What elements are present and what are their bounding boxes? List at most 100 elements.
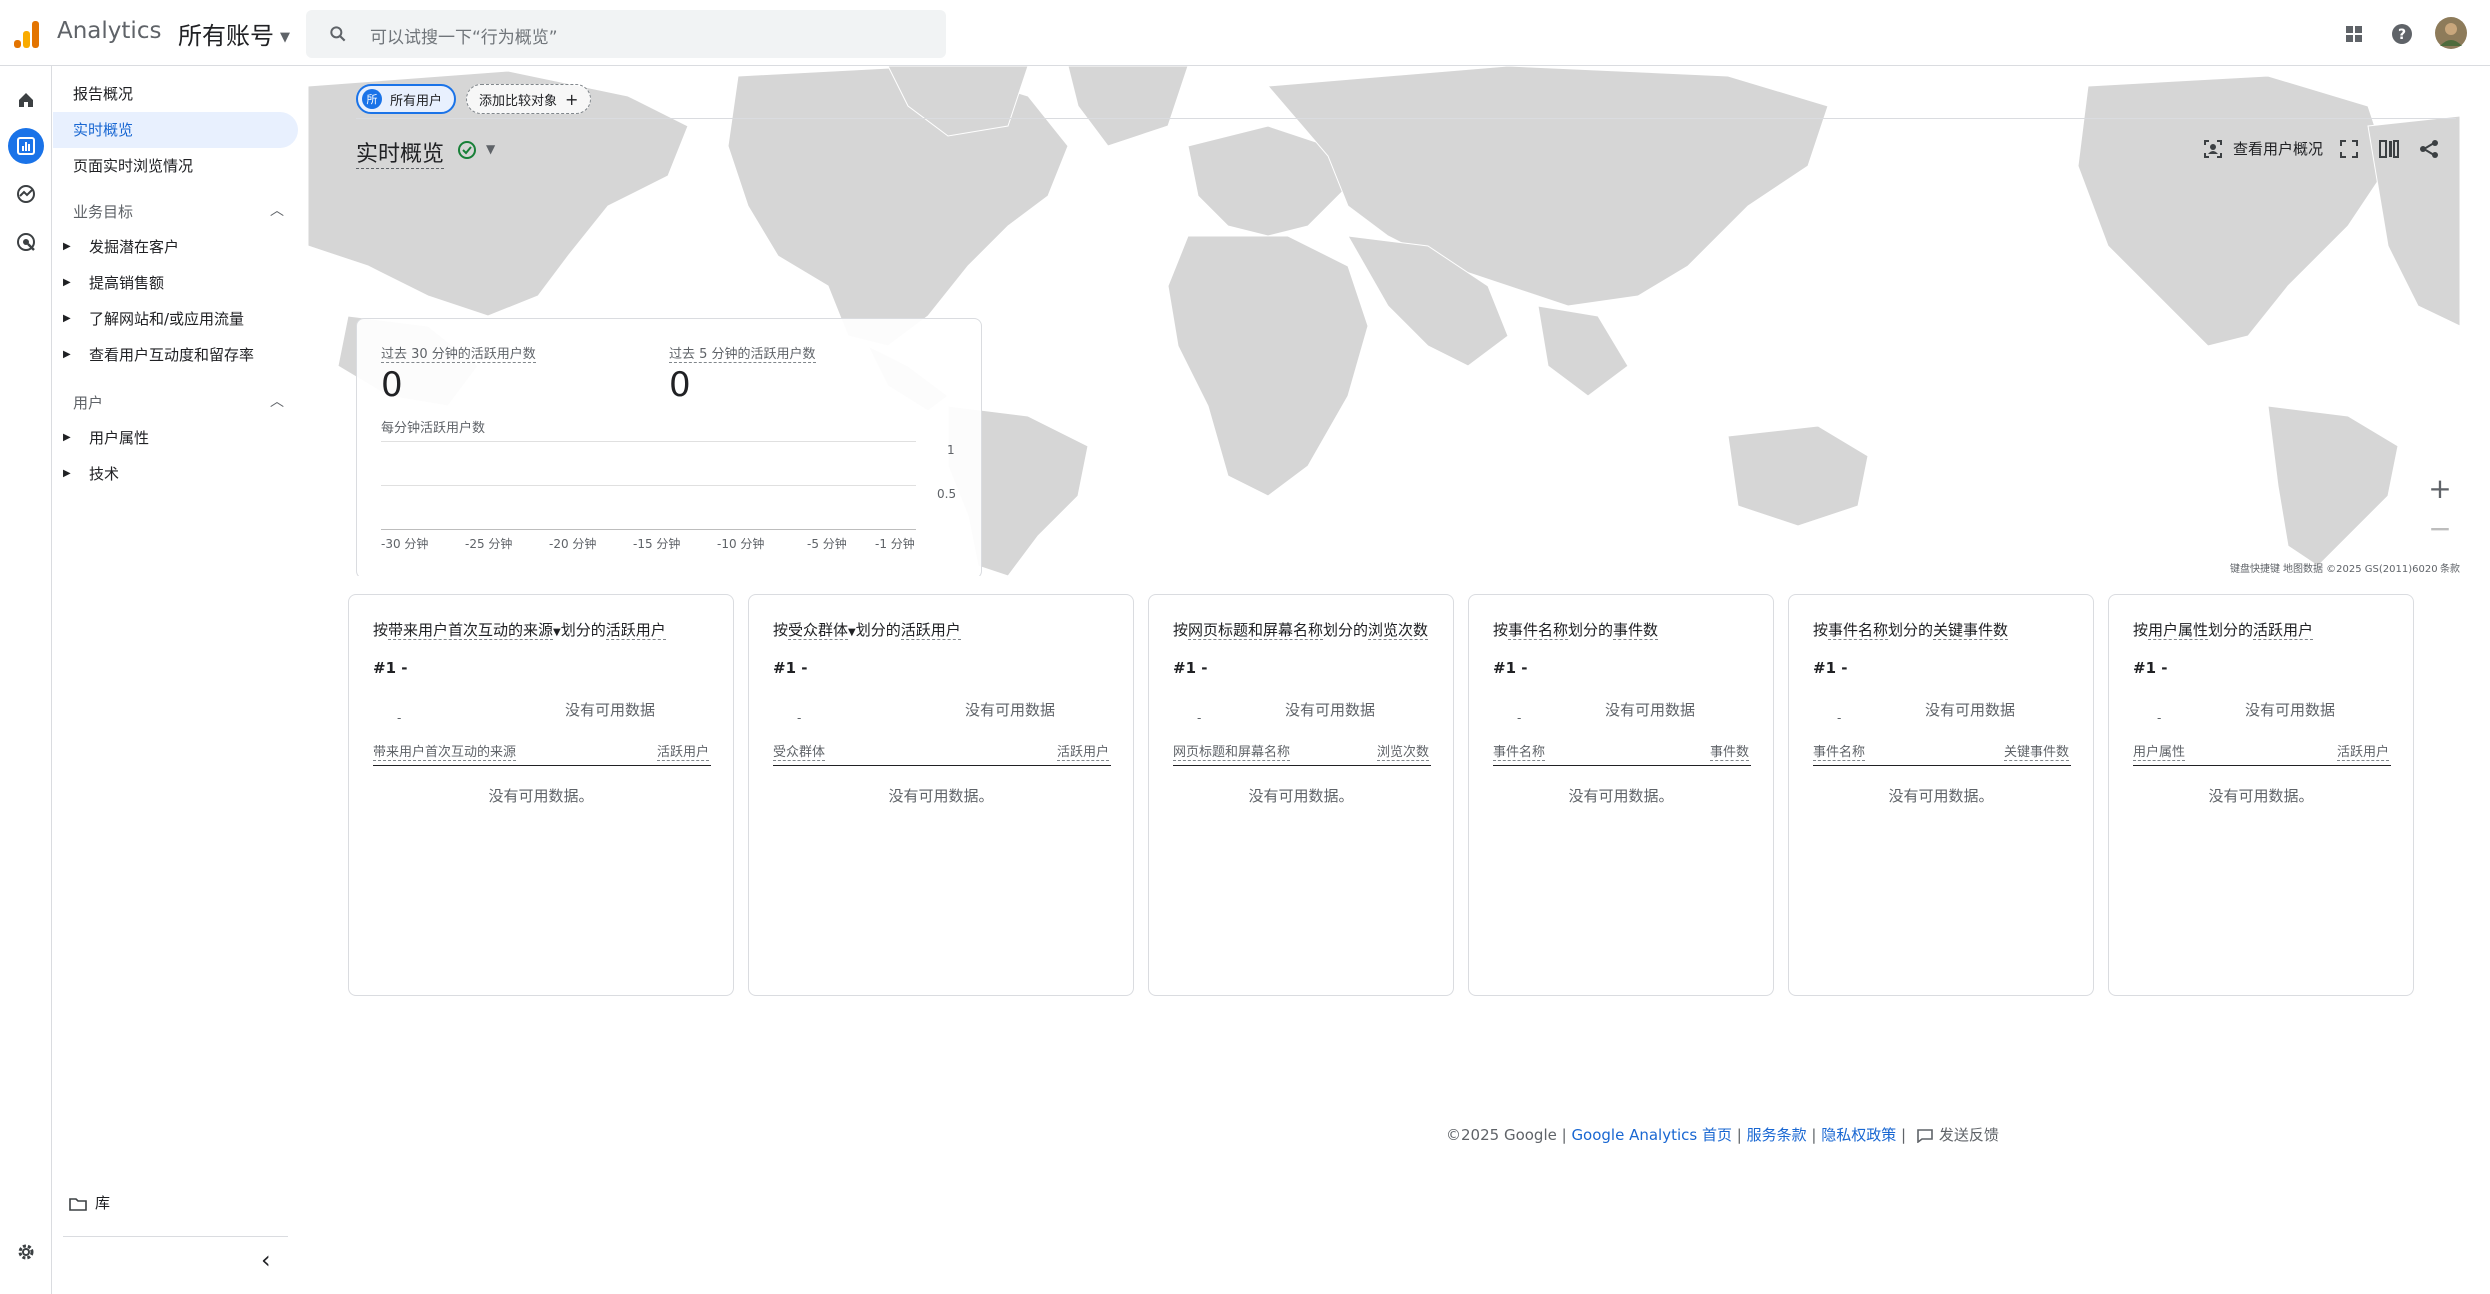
check-circle-icon[interactable] <box>457 140 477 160</box>
card-col-header-dimension[interactable]: 用户属性 <box>2133 741 2186 761</box>
account-label: 所有账号 <box>178 22 274 50</box>
card-dimension-picker[interactable]: 带来用户首次互动的来源 <box>388 621 554 640</box>
chip-all-users[interactable]: 所 所有用户 <box>356 84 457 114</box>
card-col-header-dimension[interactable]: 网页标题和屏幕名称 <box>1173 741 1291 761</box>
card-title-pre: 按 <box>773 621 789 639</box>
divider <box>63 1236 288 1237</box>
zoom-out-button[interactable]: − <box>2420 508 2460 548</box>
card-col-header-metric[interactable]: 事件数 <box>1709 741 1749 761</box>
sidebar-item-sales[interactable]: ▶ 提高销售额 <box>53 268 298 298</box>
search-bar[interactable]: 可以试搜一下“行为概览” <box>306 10 946 58</box>
card-col-header-metric[interactable]: 活跃用户 <box>1056 741 1109 761</box>
sidebar-item-leads[interactable]: ▶ 发掘潜在客户 <box>53 232 298 262</box>
card-dimension-picker[interactable]: 事件名称 <box>1828 621 1889 640</box>
section-business-objectives[interactable]: 业务目标 <box>73 201 133 222</box>
card-title: 按网页标题和屏幕名称划分的浏览次数 <box>1173 619 1429 640</box>
gridline <box>381 441 916 442</box>
footer-copyright: ©2025 Google | <box>1446 1126 1572 1144</box>
main-content: 所 所有用户 添加比较对象 + 实时概览 ▼ 查看用户概况 过去 30 分钟的活… <box>300 66 2490 1294</box>
sidebar-item-label: 提高销售额 <box>89 274 165 292</box>
chip-avatar: 所 <box>362 89 382 109</box>
settings-icon[interactable] <box>8 1234 44 1270</box>
compare-icon[interactable] <box>2378 138 2400 160</box>
card-col-header-dimension[interactable]: 受众群体 <box>773 741 826 761</box>
explore-icon[interactable] <box>8 176 44 212</box>
account-picker[interactable]: 所有账号 ▼ <box>178 16 290 51</box>
report-card: 按网页标题和屏幕名称划分的浏览次数 #1 - - 没有可用数据 网页标题和屏幕名称 浏览次… <box>1148 594 1454 996</box>
footer-ga-home-link[interactable]: Google Analytics 首页 <box>1571 1126 1732 1144</box>
footer: ©2025 Google | Google Analytics 首页 | 服务条… <box>1446 1124 1999 1145</box>
zoom-in-button[interactable]: + <box>2420 468 2460 508</box>
card-col-header-dimension[interactable]: 事件名称 <box>1813 741 1866 761</box>
card-col-header-metric[interactable]: 活跃用户 <box>656 741 709 761</box>
card-rank: #1 - <box>1493 659 1528 677</box>
card-metric-label[interactable]: 活跃用户 <box>2253 621 2314 640</box>
comparison-chips: 所 所有用户 添加比较对象 + <box>356 84 592 114</box>
map-terms-link[interactable]: 条款 <box>2440 560 2460 575</box>
x-tick: -30 分钟 <box>381 537 429 551</box>
footer-privacy-link[interactable]: 隐私权政策 <box>1821 1126 1896 1144</box>
card-rank-dash: - <box>1197 711 1202 725</box>
card-dimension-picker[interactable]: 受众群体 <box>788 621 849 640</box>
reports-icon[interactable] <box>8 128 44 164</box>
chevron-down-icon[interactable]: ▼ <box>486 142 495 156</box>
keyboard-shortcuts-link[interactable]: 键盘快捷键 <box>2230 560 2280 575</box>
gridline <box>381 485 916 486</box>
card-col-divider <box>1173 765 1431 766</box>
active-users-30min-label[interactable]: 过去 30 分钟的活跃用户数 <box>381 343 536 363</box>
card-rank-dash: - <box>797 711 802 725</box>
sidebar-item-label: 技术 <box>89 465 120 483</box>
card-metric-label[interactable]: 关键事件数 <box>1933 621 2009 640</box>
card-rank: #1 - <box>1813 659 1848 677</box>
card-col-header-dimension[interactable]: 带来用户首次互动的来源 <box>373 741 517 761</box>
sidebar-item-traffic[interactable]: ▶ 了解网站和/或应用流量 <box>53 304 298 334</box>
card-metric-label[interactable]: 活跃用户 <box>605 621 666 640</box>
analytics-logo[interactable] <box>12 20 40 48</box>
sidebar-item-label: 了解网站和/或应用流量 <box>89 310 245 328</box>
home-icon[interactable] <box>8 82 44 118</box>
card-no-data: 没有可用数据 <box>2245 701 2336 719</box>
footer-terms-link[interactable]: 服务条款 <box>1747 1126 1807 1144</box>
world-map[interactable]: 所 所有用户 添加比较对象 + 实时概览 ▼ 查看用户概况 过去 30 分钟的活… <box>308 66 2460 576</box>
card-metric-label[interactable]: 浏览次数 <box>1368 621 1429 640</box>
apps-icon[interactable] <box>2340 20 2368 48</box>
sidebar-item-realtime-pages[interactable]: 页面实时浏览情况 <box>53 148 298 184</box>
add-comparison-button[interactable]: 添加比较对象 + <box>466 84 592 114</box>
sidebar-item-realtime-overview[interactable]: 实时概览 <box>53 112 298 148</box>
chevron-up-icon[interactable]: ︿ <box>270 200 284 220</box>
fullscreen-icon[interactable] <box>2338 138 2360 160</box>
card-rank-dash: - <box>2157 711 2162 725</box>
section-user[interactable]: 用户 <box>73 392 103 413</box>
sidebar-item-engagement[interactable]: ▶ 查看用户互动度和留存率 <box>53 340 298 370</box>
view-user-overview-button[interactable]: 查看用户概况 <box>2203 138 2323 159</box>
library-link[interactable]: 库 <box>69 1192 110 1213</box>
chevron-up-icon[interactable]: ︿ <box>270 391 284 411</box>
card-no-data: 没有可用数据 <box>565 701 656 719</box>
card-col-header-metric[interactable]: 关键事件数 <box>2003 741 2069 761</box>
card-col-header-dimension[interactable]: 事件名称 <box>1493 741 1546 761</box>
expand-arrow-icon: ▶ <box>63 349 71 360</box>
card-dimension-picker[interactable]: 用户属性 <box>2148 621 2209 640</box>
report-cards: 按带来用户首次互动的来源▼划分的活跃用户 #1 - - 没有可用数据 带来用户首次互动的… <box>348 594 2448 998</box>
search-placeholder: 可以试搜一下“行为概览” <box>370 28 558 48</box>
footer-feedback-link[interactable]: 发送反馈 <box>1917 1126 1999 1144</box>
advertising-icon[interactable] <box>8 224 44 260</box>
card-title: 按受众群体▼划分的活跃用户 <box>773 619 961 640</box>
sidebar-item-reports-snapshot[interactable]: 报告概况 <box>53 76 298 112</box>
avatar[interactable] <box>2434 16 2468 50</box>
card-dimension-picker[interactable]: 网页标题和屏幕名称 <box>1188 621 1324 640</box>
sidebar-item-user-attributes[interactable]: ▶ 用户属性 <box>53 423 298 453</box>
card-dimension-picker[interactable]: 事件名称 <box>1508 621 1569 640</box>
chevron-down-icon[interactable]: ▼ <box>848 627 856 638</box>
collapse-sidebar-icon[interactable]: ‹ <box>261 1246 271 1274</box>
chevron-down-icon[interactable]: ▼ <box>553 627 561 638</box>
card-metric-label[interactable]: 活跃用户 <box>900 621 961 640</box>
sidebar-item-tech[interactable]: ▶ 技术 <box>53 459 298 489</box>
card-col-header-metric[interactable]: 浏览次数 <box>1376 741 1429 761</box>
card-metric-label[interactable]: 事件数 <box>1613 621 1659 640</box>
active-users-5min-label[interactable]: 过去 5 分钟的活跃用户数 <box>669 343 816 363</box>
active-users-30min-value: 0 <box>381 365 403 405</box>
help-icon[interactable]: ? <box>2388 20 2416 48</box>
share-icon[interactable] <box>2418 138 2440 160</box>
card-col-header-metric[interactable]: 活跃用户 <box>2336 741 2389 761</box>
